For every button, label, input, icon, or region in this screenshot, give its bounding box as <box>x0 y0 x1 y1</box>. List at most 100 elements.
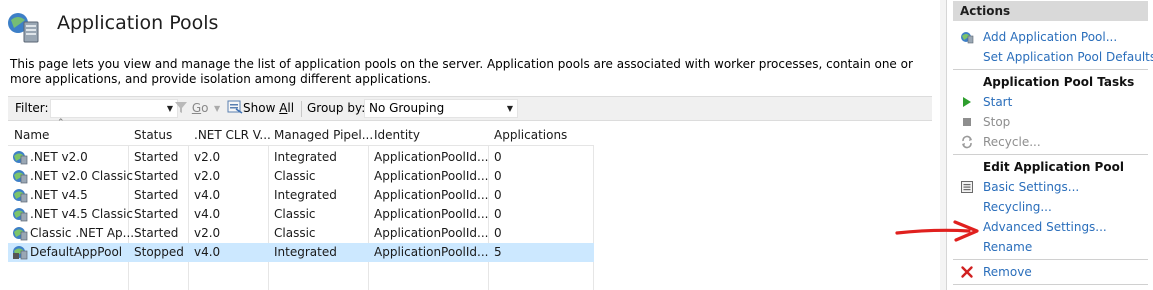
actions-divider <box>953 284 1148 285</box>
show-all-rest: ll <box>287 101 295 115</box>
cell-identity: ApplicationPoolId... <box>374 207 489 221</box>
column-header-name[interactable]: Name <box>14 124 49 146</box>
table-row[interactable]: .NET v4.5 Started v4.0 Integrated Applicatio… <box>8 186 594 205</box>
cell-applications: 0 <box>494 188 502 202</box>
cell-status: Started <box>134 226 179 240</box>
page-title: Application Pools <box>57 12 219 34</box>
go-label-rest: o <box>201 101 209 115</box>
cell-clr-version: v2.0 <box>194 169 221 183</box>
cell-identity: ApplicationPoolId... <box>374 169 489 183</box>
annotation-arrow <box>895 220 979 242</box>
toolbar-separator <box>301 101 302 117</box>
app-pool-icon <box>13 227 28 241</box>
cell-clr-version: v4.0 <box>194 207 221 221</box>
cell-name: DefaultAppPool <box>30 245 123 259</box>
actions-divider <box>953 69 1148 70</box>
cell-name: .NET v4.5 Classic <box>30 207 134 221</box>
show-all-prefix: Show <box>243 101 280 115</box>
start-link[interactable]: Start <box>983 93 1012 111</box>
app-pool-icon <box>13 189 28 203</box>
actions-divider <box>953 259 1148 260</box>
filter-toolbar: Filter: ▼ Go ▼ Show All Group by: No Gro… <box>8 96 932 121</box>
cell-pipeline: Classic <box>274 226 316 240</box>
cell-identity: ApplicationPoolId... <box>374 226 489 240</box>
actions-header: Actions <box>953 1 1148 21</box>
cell-pipeline: Classic <box>274 207 316 221</box>
rename-link[interactable]: Rename <box>983 238 1032 256</box>
dropdown-icon[interactable]: ▼ <box>167 100 173 118</box>
filter-go-icon <box>175 102 187 113</box>
cell-status: Started <box>134 169 179 183</box>
actions-pane: Actions Add Application Pool... Set Appl… <box>946 0 1153 290</box>
cell-clr-version: v4.0 <box>194 245 221 259</box>
groupby-select[interactable]: No Grouping ▼ <box>364 99 518 118</box>
recycle-link[interactable]: Recycle... <box>983 133 1041 151</box>
actions-divider <box>953 154 1148 155</box>
add-application-pool-link[interactable]: Add Application Pool... <box>983 28 1117 46</box>
column-header-applications[interactable]: Applications <box>494 124 567 146</box>
main-content: Application Pools This page lets you vie… <box>0 0 940 290</box>
app-pool-icon <box>13 170 28 184</box>
cell-pipeline: Integrated <box>274 150 337 164</box>
column-header-identity[interactable]: Identity <box>374 124 420 146</box>
column-header-status[interactable]: Status <box>134 124 172 146</box>
cell-applications: 0 <box>494 207 502 221</box>
app-pool-icon <box>13 151 28 165</box>
go-dropdown-icon[interactable]: ▼ <box>214 97 220 120</box>
go-label-underline: G <box>191 101 202 115</box>
application-pools-icon <box>8 13 39 43</box>
edit-pool-header: Edit Application Pool <box>983 160 1124 174</box>
start-icon <box>963 97 971 107</box>
cell-status: Started <box>134 188 179 202</box>
remove-icon <box>961 266 973 278</box>
advanced-settings-link[interactable]: Advanced Settings... <box>983 218 1107 236</box>
basic-settings-link[interactable]: Basic Settings... <box>983 178 1079 196</box>
column-header-clr[interactable]: .NET CLR V... <box>194 124 271 146</box>
remove-link[interactable]: Remove <box>983 263 1032 281</box>
go-button[interactable]: Go <box>174 97 208 120</box>
recycling-link[interactable]: Recycling... <box>983 198 1052 216</box>
cell-clr-version: v4.0 <box>194 188 221 202</box>
app-pool-icon <box>13 208 28 222</box>
cell-status: Started <box>134 207 179 221</box>
cell-clr-version: v2.0 <box>194 226 221 240</box>
cell-identity: ApplicationPoolId... <box>374 245 489 259</box>
cell-applications: 0 <box>494 150 502 164</box>
page-description: This page lets you view and manage the l… <box>10 57 913 86</box>
cell-identity: ApplicationPoolId... <box>374 188 489 202</box>
table-header: Name Status .NET CLR V... Managed Pipel.… <box>8 124 594 146</box>
dropdown-icon: ▼ <box>506 104 513 113</box>
groupby-value: No Grouping <box>369 101 445 115</box>
cell-clr-version: v2.0 <box>194 150 221 164</box>
cell-applications: 5 <box>494 245 502 259</box>
cell-name: Classic .NET Ap... <box>30 226 135 240</box>
app-pool-icon <box>13 246 28 260</box>
table-row[interactable]: .NET v4.5 Classic Started v4.0 Classic Appli… <box>8 205 594 224</box>
show-all-icon <box>227 100 243 114</box>
cell-pipeline: Classic <box>274 169 316 183</box>
basic-settings-icon <box>961 181 973 193</box>
filter-input[interactable]: ▼ <box>50 99 178 118</box>
cell-name: .NET v2.0 Classic <box>30 169 134 183</box>
cell-status: Stopped <box>134 245 184 259</box>
table-row[interactable]: DefaultAppPool Stopped v4.0 Integrated Appli… <box>8 243 594 262</box>
filter-label: Filter: <box>15 101 49 115</box>
cell-pipeline: Integrated <box>274 245 337 259</box>
show-all-button[interactable]: Show All <box>227 97 294 120</box>
pool-tasks-header: Application Pool Tasks <box>983 75 1135 89</box>
cell-pipeline: Integrated <box>274 188 337 202</box>
set-pool-defaults-link[interactable]: Set Application Pool Defaults... <box>983 48 1153 66</box>
cell-name: .NET v2.0 <box>30 150 88 164</box>
table-row[interactable]: .NET v2.0 Classic Started v2.0 Classic Appli… <box>8 167 594 186</box>
cell-applications: 0 <box>494 169 502 183</box>
add-pool-icon <box>961 32 974 44</box>
cell-status: Started <box>134 150 179 164</box>
column-header-pipeline[interactable]: Managed Pipel... <box>274 124 373 146</box>
cell-name: .NET v4.5 <box>30 188 88 202</box>
stop-icon <box>963 118 971 126</box>
stop-link[interactable]: Stop <box>983 113 1010 131</box>
table-row[interactable]: Classic .NET Ap... Started v2.0 Classic Appl… <box>8 224 594 243</box>
recycle-icon <box>962 135 972 149</box>
table-row[interactable]: .NET v2.0 Started v2.0 Integrated Applicatio… <box>8 148 594 167</box>
groupby-label: Group by: <box>307 101 366 115</box>
